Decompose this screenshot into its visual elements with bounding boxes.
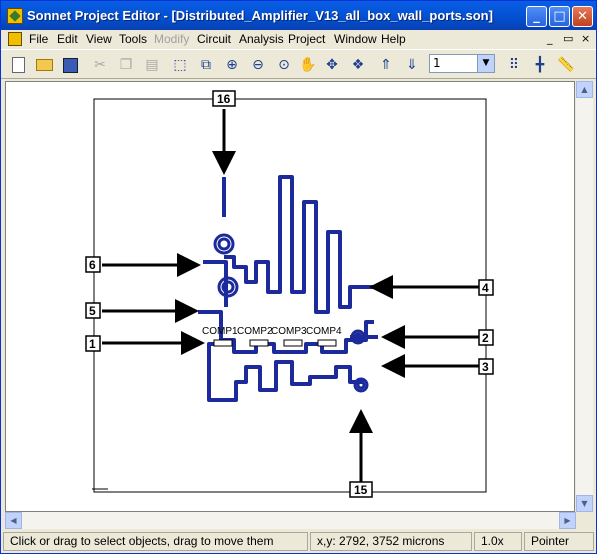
port-5-label: 5 bbox=[89, 304, 96, 318]
scroll-left-icon[interactable]: ◀ bbox=[5, 512, 22, 529]
zoom-out-icon[interactable]: ⊖ bbox=[247, 54, 269, 76]
copy-icon[interactable]: ❐ bbox=[115, 54, 137, 76]
menu-edit[interactable]: Edit bbox=[57, 32, 78, 46]
level-select[interactable]: 1 ▼ bbox=[429, 54, 495, 73]
status-coordinates: x,y: 2792, 3752 microns bbox=[310, 532, 472, 551]
status-message: Click or drag to select objects, drag to… bbox=[3, 532, 308, 551]
sonnet-app-icon[interactable] bbox=[7, 8, 23, 24]
status-zoom: 1.0x bbox=[474, 532, 522, 551]
menu-window[interactable]: Window bbox=[334, 32, 377, 46]
vertical-scrollbar[interactable]: ▲ ▼ bbox=[576, 81, 593, 512]
title-bar[interactable]: Sonnet Project Editor - [Distributed_Amp… bbox=[1, 1, 596, 30]
pan-icon[interactable]: ✋ bbox=[297, 54, 319, 76]
level-select-value: 1 bbox=[433, 56, 441, 70]
snap-icon[interactable]: ╋ bbox=[529, 54, 551, 76]
port-1-label: 1 bbox=[89, 337, 96, 351]
port-16-label: 16 bbox=[217, 92, 231, 106]
zoom-fit-icon[interactable]: ⊙ bbox=[273, 54, 295, 76]
component-label-comp1[interactable]: COMP1 bbox=[202, 326, 238, 337]
menu-bar: File Edit View Tools Modify Circuit Anal… bbox=[1, 30, 596, 49]
component-label-comp2[interactable]: COMP2 bbox=[237, 326, 273, 337]
scroll-right-icon[interactable]: ▶ bbox=[559, 512, 576, 529]
port-6[interactable]: 6 bbox=[85, 256, 101, 273]
status-mode: Pointer bbox=[524, 532, 594, 551]
menu-file[interactable]: File bbox=[29, 32, 48, 46]
port-15[interactable]: 15 bbox=[349, 481, 373, 498]
maximize-button[interactable]: □ bbox=[549, 6, 570, 27]
chevron-down-icon[interactable]: ▼ bbox=[477, 55, 494, 72]
component-label-comp3[interactable]: COMP3 bbox=[271, 326, 307, 337]
document-menu-icon[interactable] bbox=[8, 32, 22, 46]
rotate-icon[interactable]: ✥ bbox=[321, 54, 343, 76]
component-label-comp4[interactable]: COMP4 bbox=[306, 326, 342, 337]
new-file-icon[interactable] bbox=[7, 54, 29, 76]
menu-tools[interactable]: Tools bbox=[119, 32, 147, 46]
main-toolbar: ✂ ❐ ▤ ⬚ ⧉ ⊕ ⊖ ⊙ ✋ ✥ ❖ ⇑ ⇓ ⠿ ╋ 📏 bbox=[1, 49, 596, 79]
port-2-label: 2 bbox=[482, 331, 489, 345]
port-16[interactable]: 16 bbox=[212, 90, 236, 107]
grid-icon[interactable]: ⠿ bbox=[503, 54, 525, 76]
ruler-icon[interactable]: 📏 bbox=[555, 54, 577, 76]
close-button[interactable]: ✕ bbox=[572, 6, 593, 27]
menu-analysis[interactable]: Analysis bbox=[239, 32, 284, 46]
3d-view-icon[interactable]: ❖ bbox=[347, 54, 369, 76]
port-3-label: 3 bbox=[482, 360, 489, 374]
scroll-down-icon[interactable]: ▼ bbox=[576, 495, 593, 512]
select-icon[interactable]: ⬚ bbox=[169, 54, 191, 76]
save-icon[interactable] bbox=[59, 54, 81, 76]
minimize-button[interactable]: _ bbox=[526, 6, 547, 27]
menu-help[interactable]: Help bbox=[381, 32, 406, 46]
port-15-label: 15 bbox=[354, 483, 368, 497]
zoom-in-icon[interactable]: ⊕ bbox=[221, 54, 243, 76]
zoom-box-icon[interactable]: ⧉ bbox=[195, 54, 217, 76]
paste-icon[interactable]: ▤ bbox=[141, 54, 163, 76]
level-down-icon[interactable]: ⇓ bbox=[401, 54, 423, 76]
menu-project[interactable]: Project bbox=[288, 32, 325, 46]
menu-modify[interactable]: Modify bbox=[154, 32, 189, 46]
port-3[interactable]: 3 bbox=[478, 358, 494, 375]
port-feedlines bbox=[102, 109, 481, 482]
mdi-minimize-button[interactable]: _ bbox=[547, 32, 553, 45]
horizontal-scrollbar[interactable]: ◀ ▶ bbox=[5, 512, 576, 529]
window-title: Sonnet Project Editor - [Distributed_Amp… bbox=[27, 8, 493, 23]
status-bar: Click or drag to select objects, drag to… bbox=[1, 530, 596, 553]
port-6-label: 6 bbox=[89, 258, 96, 272]
circuit-layout: COMP1 COMP2 COMP3 COMP4 16 6 5 1 4 2 3 1… bbox=[85, 90, 494, 498]
substrate-box bbox=[93, 98, 487, 493]
port-2[interactable]: 2 bbox=[478, 329, 494, 346]
port-4-label: 4 bbox=[482, 281, 489, 295]
open-folder-icon[interactable] bbox=[33, 54, 55, 76]
circuit-traces bbox=[198, 175, 381, 402]
menu-view[interactable]: View bbox=[86, 32, 112, 46]
port-5[interactable]: 5 bbox=[85, 302, 101, 319]
cut-icon[interactable]: ✂ bbox=[89, 54, 111, 76]
level-up-icon[interactable]: ⇑ bbox=[375, 54, 397, 76]
port-4[interactable]: 4 bbox=[478, 279, 494, 296]
mdi-restore-button[interactable]: ▭ bbox=[563, 32, 573, 45]
scroll-up-icon[interactable]: ▲ bbox=[576, 81, 593, 98]
port-1[interactable]: 1 bbox=[85, 335, 101, 352]
origin-marker bbox=[92, 476, 108, 492]
menu-circuit[interactable]: Circuit bbox=[197, 32, 231, 46]
mdi-close-button[interactable]: × bbox=[581, 32, 590, 45]
editor-window: Sonnet Project Editor - [Distributed_Amp… bbox=[0, 0, 597, 554]
layout-canvas[interactable]: COMP1 COMP2 COMP3 COMP4 16 6 5 1 4 2 3 1… bbox=[5, 81, 575, 512]
